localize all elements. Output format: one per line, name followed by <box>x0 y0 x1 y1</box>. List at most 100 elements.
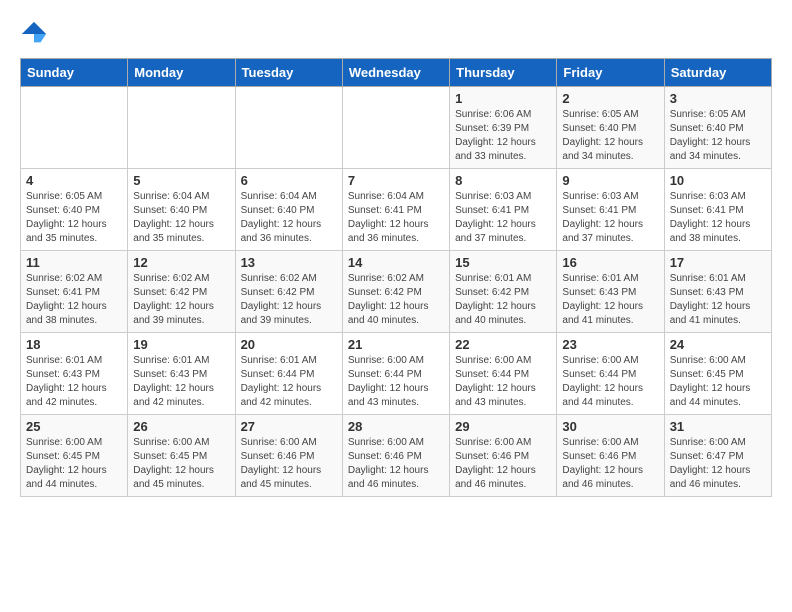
calendar-cell: 14Sunrise: 6:02 AM Sunset: 6:42 PM Dayli… <box>342 251 449 333</box>
calendar-cell: 24 Sunrise: 6:00 AM Sunset: 6:45 PM Dayli… <box>664 333 771 415</box>
calendar-cell: 8 Sunrise: 6:03 AM Sunset: 6:41 PM Daylig… <box>450 169 557 251</box>
calendar-cell: 4 Sunrise: 6:05 AM Sunset: 6:40 PM Daylig… <box>21 169 128 251</box>
calendar-cell: 26Sunrise: 6:00 AM Sunset: 6:45 PM Dayli… <box>128 415 235 497</box>
day-info: Sunrise: 6:04 AM Sunset: 6:41 PM Dayligh… <box>348 190 444 246</box>
day-info: Sunrise: 6:03 AM Sunset: 6:41 PM Dayligh… <box>562 190 658 246</box>
day-info: Sunrise: 6:05 AM Sunset: 6:40 PM Dayligh… <box>26 190 122 246</box>
day-info: Sunrise: 6:02 AM Sunset: 6:42 PM Dayligh… <box>133 272 229 328</box>
calendar-cell: 17 Sunrise: 6:01 AM Sunset: 6:43 PM Dayli… <box>664 251 771 333</box>
day-number: 24 <box>670 337 766 352</box>
calendar-week-4: 25 Sunrise: 6:00 AM Sunset: 6:45 PM Dayli… <box>21 415 772 497</box>
calendar-week-0: 1 Sunrise: 6:06 AM Sunset: 6:39 PM Daylig… <box>21 87 772 169</box>
day-header-monday: Monday <box>128 59 235 87</box>
day-header-friday: Friday <box>557 59 664 87</box>
calendar-cell: 12 Sunrise: 6:02 AM Sunset: 6:42 PM Dayli… <box>128 251 235 333</box>
day-number: 16 <box>562 255 658 270</box>
day-info: Sunrise: 6:06 AM Sunset: 6:39 PM Dayligh… <box>455 108 551 164</box>
calendar-cell: 10 Sunrise: 6:03 AM Sunset: 6:41 PM Dayli… <box>664 169 771 251</box>
calendar-cell: 23Sunrise: 6:00 AM Sunset: 6:44 PM Dayli… <box>557 333 664 415</box>
calendar-header-row: SundayMondayTuesdayWednesdayThursdayFrid… <box>21 59 772 87</box>
day-info: Sunrise: 6:03 AM Sunset: 6:41 PM Dayligh… <box>670 190 766 246</box>
page-header <box>20 20 772 48</box>
day-info: Sunrise: 6:01 AM Sunset: 6:43 PM Dayligh… <box>670 272 766 328</box>
day-number: 19 <box>133 337 229 352</box>
calendar-cell: 19 Sunrise: 6:01 AM Sunset: 6:43 PM Dayli… <box>128 333 235 415</box>
calendar-cell: 3 Sunrise: 6:05 AM Sunset: 6:40 PM Daylig… <box>664 87 771 169</box>
day-info: Sunrise: 6:01 AM Sunset: 6:43 PM Dayligh… <box>133 354 229 410</box>
day-number: 7 <box>348 173 444 188</box>
day-header-thursday: Thursday <box>450 59 557 87</box>
calendar-cell: 9 Sunrise: 6:03 AM Sunset: 6:41 PM Daylig… <box>557 169 664 251</box>
day-number: 29 <box>455 419 551 434</box>
day-info: Sunrise: 6:00 AM Sunset: 6:46 PM Dayligh… <box>241 436 337 492</box>
calendar-cell <box>235 87 342 169</box>
calendar-table: SundayMondayTuesdayWednesdayThursdayFrid… <box>20 58 772 497</box>
calendar-cell: 15 Sunrise: 6:01 AM Sunset: 6:42 PM Dayli… <box>450 251 557 333</box>
calendar-week-1: 4 Sunrise: 6:05 AM Sunset: 6:40 PM Daylig… <box>21 169 772 251</box>
day-info: Sunrise: 6:00 AM Sunset: 6:46 PM Dayligh… <box>562 436 658 492</box>
day-number: 1 <box>455 91 551 106</box>
day-number: 11 <box>26 255 122 270</box>
day-info: Sunrise: 6:00 AM Sunset: 6:44 PM Dayligh… <box>455 354 551 410</box>
day-info: Sunrise: 6:02 AM Sunset: 6:42 PM Dayligh… <box>241 272 337 328</box>
day-number: 23 <box>562 337 658 352</box>
calendar-cell: 16 Sunrise: 6:01 AM Sunset: 6:43 PM Dayli… <box>557 251 664 333</box>
calendar-cell: 18Sunrise: 6:01 AM Sunset: 6:43 PM Dayli… <box>21 333 128 415</box>
calendar-cell: 31Sunrise: 6:00 AM Sunset: 6:47 PM Dayli… <box>664 415 771 497</box>
day-info: Sunrise: 6:01 AM Sunset: 6:44 PM Dayligh… <box>241 354 337 410</box>
day-number: 20 <box>241 337 337 352</box>
calendar-cell <box>342 87 449 169</box>
day-number: 14 <box>348 255 444 270</box>
day-number: 13 <box>241 255 337 270</box>
calendar-cell: 5 Sunrise: 6:04 AM Sunset: 6:40 PM Daylig… <box>128 169 235 251</box>
day-number: 3 <box>670 91 766 106</box>
day-info: Sunrise: 6:01 AM Sunset: 6:42 PM Dayligh… <box>455 272 551 328</box>
day-number: 30 <box>562 419 658 434</box>
day-info: Sunrise: 6:03 AM Sunset: 6:41 PM Dayligh… <box>455 190 551 246</box>
day-header-tuesday: Tuesday <box>235 59 342 87</box>
day-number: 25 <box>26 419 122 434</box>
calendar-cell: 30 Sunrise: 6:00 AM Sunset: 6:46 PM Dayli… <box>557 415 664 497</box>
day-number: 9 <box>562 173 658 188</box>
calendar-cell: 11 Sunrise: 6:02 AM Sunset: 6:41 PM Dayli… <box>21 251 128 333</box>
day-number: 8 <box>455 173 551 188</box>
day-number: 21 <box>348 337 444 352</box>
day-info: Sunrise: 6:01 AM Sunset: 6:43 PM Dayligh… <box>562 272 658 328</box>
day-header-wednesday: Wednesday <box>342 59 449 87</box>
day-number: 12 <box>133 255 229 270</box>
day-info: Sunrise: 6:00 AM Sunset: 6:45 PM Dayligh… <box>133 436 229 492</box>
calendar-cell: 7 Sunrise: 6:04 AM Sunset: 6:41 PM Daylig… <box>342 169 449 251</box>
day-info: Sunrise: 6:02 AM Sunset: 6:41 PM Dayligh… <box>26 272 122 328</box>
calendar-cell: 21Sunrise: 6:00 AM Sunset: 6:44 PM Dayli… <box>342 333 449 415</box>
calendar-cell: 6Sunrise: 6:04 AM Sunset: 6:40 PM Daylig… <box>235 169 342 251</box>
day-number: 5 <box>133 173 229 188</box>
day-number: 2 <box>562 91 658 106</box>
day-number: 31 <box>670 419 766 434</box>
day-info: Sunrise: 6:05 AM Sunset: 6:40 PM Dayligh… <box>670 108 766 164</box>
day-info: Sunrise: 6:00 AM Sunset: 6:45 PM Dayligh… <box>670 354 766 410</box>
day-number: 22 <box>455 337 551 352</box>
day-info: Sunrise: 6:00 AM Sunset: 6:46 PM Dayligh… <box>455 436 551 492</box>
day-number: 15 <box>455 255 551 270</box>
day-info: Sunrise: 6:00 AM Sunset: 6:46 PM Dayligh… <box>348 436 444 492</box>
calendar-body: 1 Sunrise: 6:06 AM Sunset: 6:39 PM Daylig… <box>21 87 772 497</box>
calendar-cell: 25Sunrise: 6:00 AM Sunset: 6:45 PM Dayli… <box>21 415 128 497</box>
logo-icon <box>20 20 48 48</box>
day-number: 28 <box>348 419 444 434</box>
day-number: 27 <box>241 419 337 434</box>
calendar-cell: 1 Sunrise: 6:06 AM Sunset: 6:39 PM Daylig… <box>450 87 557 169</box>
logo <box>20 20 52 48</box>
day-number: 17 <box>670 255 766 270</box>
calendar-week-2: 11 Sunrise: 6:02 AM Sunset: 6:41 PM Dayli… <box>21 251 772 333</box>
day-header-saturday: Saturday <box>664 59 771 87</box>
day-number: 6 <box>241 173 337 188</box>
day-number: 10 <box>670 173 766 188</box>
day-info: Sunrise: 6:04 AM Sunset: 6:40 PM Dayligh… <box>133 190 229 246</box>
calendar-cell: 22 Sunrise: 6:00 AM Sunset: 6:44 PM Dayli… <box>450 333 557 415</box>
day-number: 4 <box>26 173 122 188</box>
calendar-cell: 28 Sunrise: 6:00 AM Sunset: 6:46 PM Dayli… <box>342 415 449 497</box>
calendar-cell <box>128 87 235 169</box>
calendar-cell: 27 Sunrise: 6:00 AM Sunset: 6:46 PM Dayli… <box>235 415 342 497</box>
day-info: Sunrise: 6:05 AM Sunset: 6:40 PM Dayligh… <box>562 108 658 164</box>
calendar-cell <box>21 87 128 169</box>
